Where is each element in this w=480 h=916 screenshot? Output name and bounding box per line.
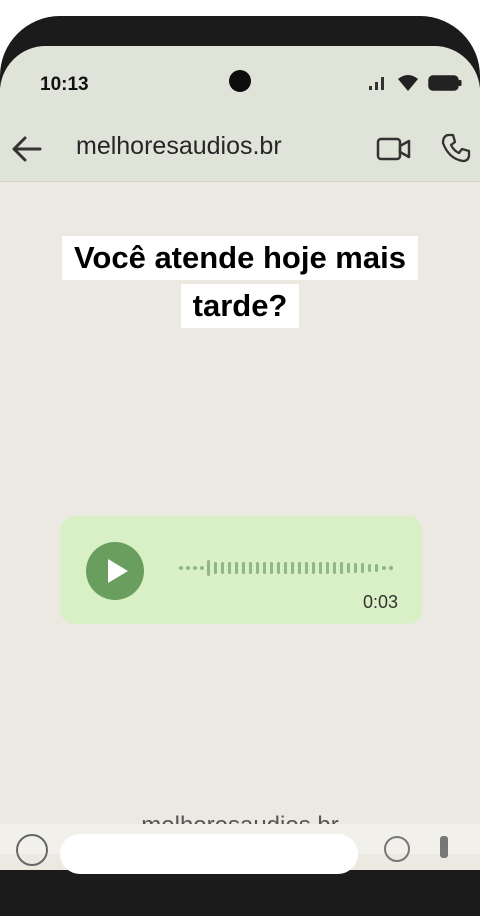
play-button[interactable]	[86, 542, 144, 600]
signal-icon	[369, 77, 384, 90]
attach-icon[interactable]	[384, 836, 410, 862]
contact-name[interactable]: melhoresaudios.br	[76, 132, 282, 161]
video-call-icon[interactable]	[376, 134, 412, 164]
chat-header: melhoresaudios.br	[0, 118, 480, 182]
caption-overlay: Você atende hoje mais tarde?	[0, 236, 480, 328]
audio-wave-logo	[177, 402, 307, 464]
wifi-icon	[398, 75, 418, 91]
front-camera	[229, 70, 251, 92]
battery-icon	[428, 75, 462, 91]
emoji-icon[interactable]	[16, 834, 48, 866]
message-input[interactable]	[60, 834, 358, 874]
play-icon	[108, 559, 128, 583]
status-icons	[368, 74, 462, 92]
caption-line-2: tarde?	[180, 284, 300, 328]
voice-message-bubble[interactable]: 0:03	[60, 516, 422, 624]
voice-duration: 0:03	[362, 592, 398, 612]
status-time: 10:13	[40, 74, 89, 95]
back-arrow-icon[interactable]	[10, 132, 44, 166]
camera-icon[interactable]	[440, 836, 448, 858]
status-bar: 10:13	[0, 46, 480, 118]
phone-frame: 10:13 melhoresaudios.br Você atende hoje…	[0, 16, 480, 916]
voice-waveform[interactable]	[178, 556, 400, 580]
message-input-bar	[0, 824, 480, 874]
phone-call-icon[interactable]	[440, 132, 472, 164]
caption-line-1: Você atende hoje mais	[62, 236, 418, 280]
phone-screen: 10:13 melhoresaudios.br Você atende hoje…	[0, 46, 480, 870]
